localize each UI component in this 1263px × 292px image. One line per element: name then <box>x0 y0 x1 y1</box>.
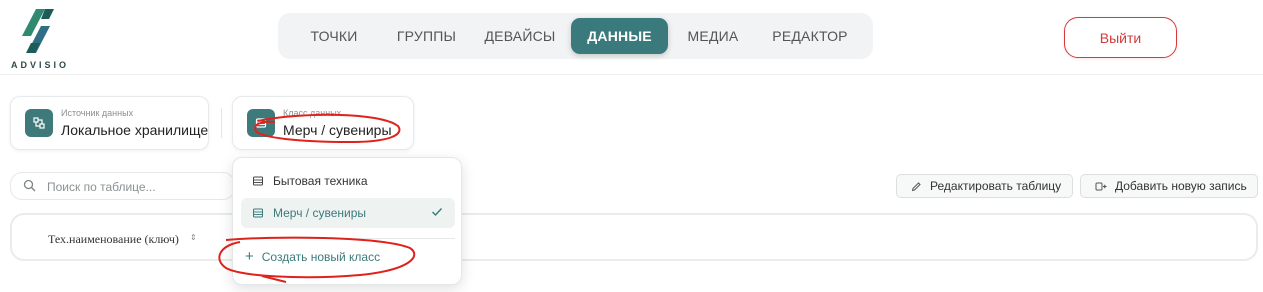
data-source-caption: Источник данных <box>61 108 134 118</box>
table-icon <box>253 208 263 218</box>
column-header-key[interactable]: Тех.наименование (ключ) <box>48 232 179 247</box>
edit-table-button[interactable]: Редактировать таблицу <box>896 174 1073 198</box>
nav-tab-groups[interactable]: ГРУППЫ <box>384 18 469 54</box>
dropdown-option-label: Мерч / сувениры <box>273 206 367 220</box>
dropdown-option-label: Бытовая техника <box>273 174 368 188</box>
create-class-button[interactable]: + Создать новый класс <box>245 248 381 265</box>
add-record-label: Добавить новую запись <box>1115 179 1247 193</box>
data-source-icon <box>25 109 53 137</box>
logo-text: ADVISIO <box>11 60 70 70</box>
data-class-dropdown: Бытовая техника Мерч / сувениры + Создат… <box>232 157 462 285</box>
data-class-value: Мерч / сувениры <box>283 122 392 138</box>
dropdown-option-selected[interactable]: Мерч / сувениры <box>241 198 455 228</box>
data-class-caption: Класс данных <box>283 108 342 118</box>
main-nav: ТОЧКИ ГРУППЫ ДЕВАЙСЫ ДАННЫЕ МЕДИА РЕДАКТ… <box>278 13 873 59</box>
plus-icon: + <box>245 248 254 265</box>
pencil-icon <box>911 181 921 191</box>
search-input[interactable] <box>47 177 227 197</box>
table-icon <box>247 109 275 137</box>
edit-table-label: Редактировать таблицу <box>930 179 1062 193</box>
data-source-selector[interactable]: Источник данных Локальное хранилище <box>10 96 209 150</box>
data-class-selector[interactable]: Класс данных Мерч / сувениры <box>232 96 414 150</box>
check-icon <box>432 208 443 217</box>
add-record-button[interactable]: Добавить новую запись <box>1080 174 1258 198</box>
sort-icon[interactable]: ⇕ <box>190 233 197 242</box>
data-source-value: Локальное хранилище <box>61 122 209 138</box>
nav-tab-points[interactable]: ТОЧКИ <box>284 18 384 54</box>
logo-mark-icon <box>22 9 54 53</box>
table-search <box>10 172 235 200</box>
table-icon <box>253 176 263 186</box>
nav-tab-data[interactable]: ДАННЫЕ <box>571 18 668 54</box>
add-row-icon <box>1095 182 1107 190</box>
nav-tab-media[interactable]: МЕДИА <box>668 18 758 54</box>
nav-tab-editor[interactable]: РЕДАКТОР <box>758 18 862 54</box>
logout-button[interactable]: Выйти <box>1064 17 1177 58</box>
search-icon <box>23 179 36 192</box>
advisio-logo[interactable]: ADVISIO <box>8 6 70 70</box>
table-header: Тех.наименование (ключ) ⇕ <box>10 213 1258 261</box>
create-class-label: Создать новый класс <box>261 250 381 264</box>
selector-divider <box>221 108 222 138</box>
nav-tab-devices[interactable]: ДЕВАЙСЫ <box>469 18 571 54</box>
dropdown-divider <box>241 238 455 239</box>
app-header: ADVISIO ТОЧКИ ГРУППЫ ДЕВАЙСЫ ДАННЫЕ МЕДИ… <box>0 0 1263 75</box>
dropdown-option[interactable]: Бытовая техника <box>241 166 455 196</box>
